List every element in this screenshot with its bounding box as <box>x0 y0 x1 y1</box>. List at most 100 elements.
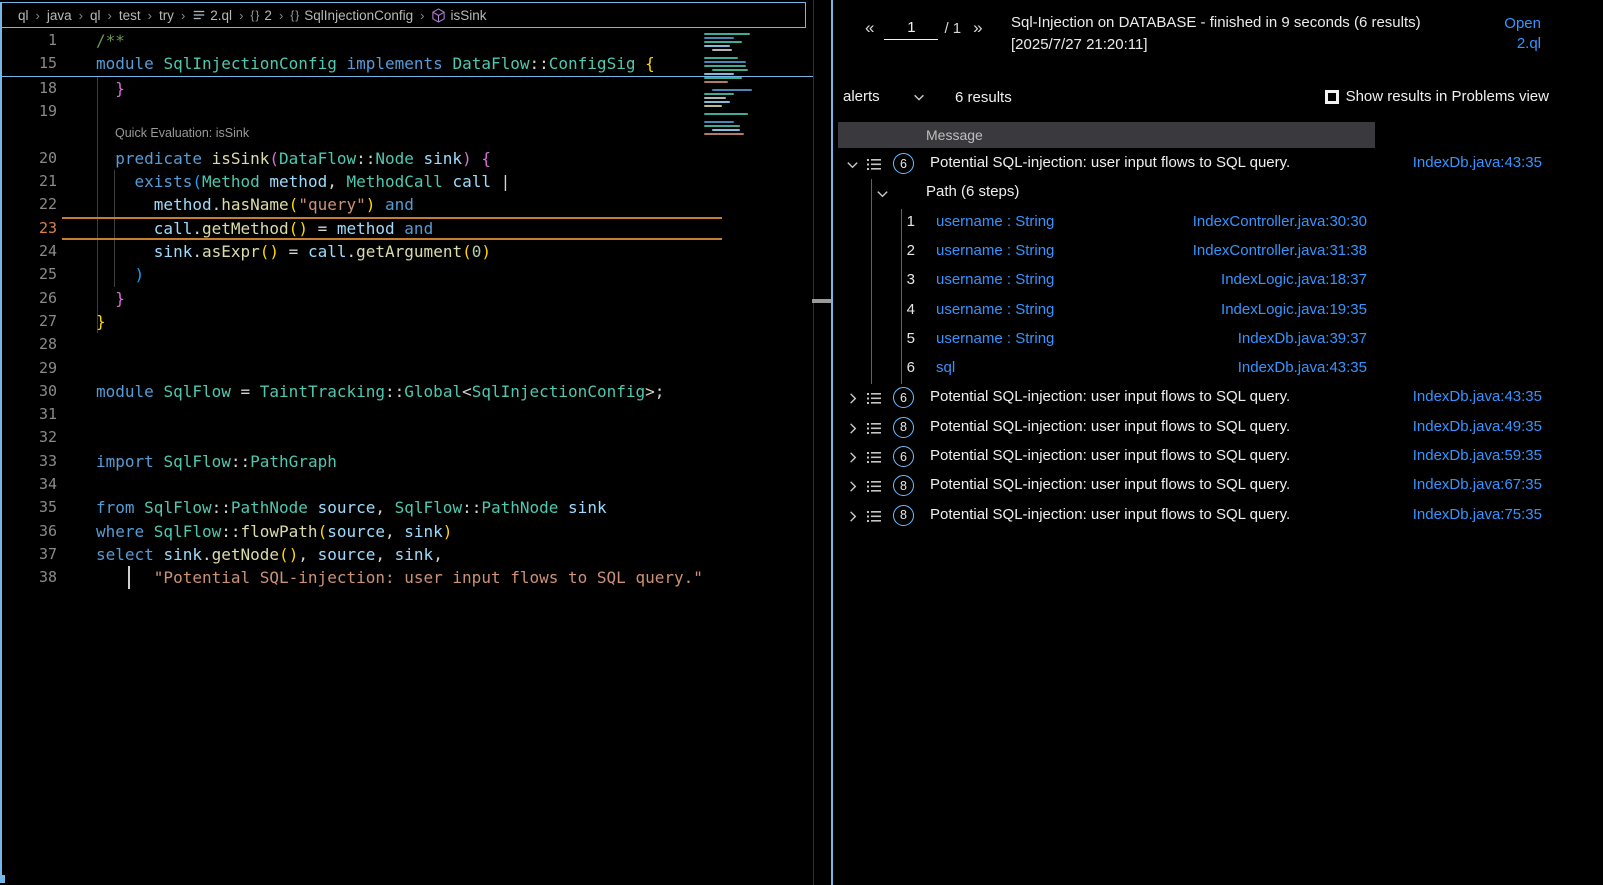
minimap-line <box>704 113 748 115</box>
file-icon <box>192 8 206 22</box>
step-number: 5 <box>895 330 915 347</box>
alert-row[interactable]: 6Potential SQL-injection: user input flo… <box>833 150 1603 179</box>
minimap-line <box>704 61 746 63</box>
path-step-row[interactable]: 5 username : String IndexDb.java:39:37 <box>833 326 1603 355</box>
alert-location-link[interactable]: IndexDb.java:59:35 <box>1413 447 1542 464</box>
breadcrumb-item-ql[interactable]: ql <box>90 8 101 23</box>
alert-list-icon <box>866 391 882 406</box>
path-step-row[interactable]: 3username : StringIndexLogic.java:18:37 <box>833 267 1603 296</box>
step-location-link[interactable]: IndexController.java:31:38 <box>1193 242 1367 259</box>
alert-location-link[interactable]: IndexDb.java:49:35 <box>1413 418 1542 435</box>
alert-row[interactable]: 8Potential SQL-injection: user input flo… <box>833 472 1603 501</box>
step-location-link[interactable]: IndexLogic.java:19:35 <box>1221 301 1367 318</box>
step-number: 6 <box>895 359 915 376</box>
message-column-header: Message <box>838 122 1375 148</box>
minimap[interactable] <box>700 33 790 143</box>
sash-handle[interactable] <box>812 299 831 303</box>
path-step-row[interactable]: 6 sql IndexDb.java:43:35 <box>833 355 1603 384</box>
breadcrumb-item-test[interactable]: test <box>119 8 141 23</box>
chevron-right-icon[interactable] <box>845 421 860 436</box>
step-node-link[interactable]: sql <box>936 359 955 376</box>
code-line: 32 <box>0 426 813 449</box>
step-node-link[interactable]: username : String <box>936 213 1054 230</box>
chevron-down-icon <box>912 90 926 104</box>
step-location-link[interactable]: IndexDb.java:39:37 <box>1238 330 1367 347</box>
code-text: } <box>96 77 125 100</box>
chevron-right-icon[interactable] <box>845 450 860 465</box>
breadcrumb-item-2-ql[interactable]: 2.ql <box>192 8 232 23</box>
line-number: 36 <box>0 520 57 543</box>
step-location-link[interactable]: IndexDb.java:43:35 <box>1238 359 1367 376</box>
code-text: from SqlFlow::PathNode source, SqlFlow::… <box>96 496 607 519</box>
query-run-title: Sql-Injection on DATABASE - finished in … <box>1011 12 1421 56</box>
code-text: /** <box>96 29 125 52</box>
editor-pane: ql›java›ql›test›try›2.ql›{}2›{}SqlInject… <box>0 0 813 885</box>
breadcrumb-label: java <box>47 8 72 23</box>
breadcrumb-item-sqlinjectionconfig[interactable]: {}SqlInjectionConfig <box>290 8 413 23</box>
code-line: Quick Evaluation: isSink <box>0 124 813 147</box>
breadcrumb-item-try[interactable]: try <box>159 8 174 23</box>
breadcrumb-item-java[interactable]: java <box>47 8 72 23</box>
open-link-line1: Open <box>1504 14 1541 34</box>
line-number: 15 <box>0 52 57 75</box>
line-number: 34 <box>0 473 57 496</box>
codeql-results-panel: « / 1 » Sql-Injection on DATABASE - fini… <box>833 0 1603 885</box>
path-count-badge: 6 <box>893 446 914 467</box>
path-step-row[interactable]: 1 username : String IndexController.java:3… <box>833 209 1603 238</box>
step-node-link[interactable]: username : String <box>936 330 1054 347</box>
path-step-row[interactable]: 2username : StringIndexController.java:3… <box>833 238 1603 267</box>
line-number: 33 <box>0 450 57 473</box>
query-run-title-line1: Sql-Injection on DATABASE - finished in … <box>1011 12 1421 34</box>
alert-location-link[interactable]: IndexDb.java:67:35 <box>1413 476 1542 493</box>
editor-focus-border-notch <box>0 875 5 883</box>
open-query-file-link[interactable]: Open 2.ql <box>1504 14 1541 54</box>
prev-page-button[interactable]: « <box>861 18 878 38</box>
alert-message: Potential SQL-injection: user input flow… <box>930 388 1290 405</box>
chevron-down-icon[interactable] <box>845 157 860 172</box>
path-count-badge: 6 <box>893 387 914 408</box>
chevron-right-icon[interactable] <box>845 391 860 406</box>
path-header-row[interactable]: Path (6 steps) <box>833 179 1603 208</box>
path-steps-label: Path (6 steps) <box>926 183 1019 200</box>
show-in-problems-toggle[interactable]: Show results in Problems view <box>1325 88 1549 105</box>
chevron-down-icon[interactable] <box>875 186 890 201</box>
minimap-line <box>704 45 730 47</box>
step-node-link[interactable]: username : String <box>936 242 1054 259</box>
breadcrumb-item-2[interactable]: {}2 <box>250 8 272 23</box>
page-number-input[interactable] <box>884 16 938 40</box>
alert-row[interactable]: 8Potential SQL-injection: user input flo… <box>833 414 1603 443</box>
alert-row[interactable]: 6Potential SQL-injection: user input flo… <box>833 443 1603 472</box>
quick-evaluation-codelens[interactable]: Quick Evaluation: isSink <box>115 126 249 140</box>
step-number: 1 <box>895 213 915 230</box>
minimap-line <box>704 73 734 75</box>
step-location-link[interactable]: IndexLogic.java:18:37 <box>1221 271 1367 288</box>
alert-row[interactable]: 6 Potential SQL-injection: user input flo… <box>833 384 1603 413</box>
code-line: 36where SqlFlow::flowPath(source, sink) <box>0 520 813 543</box>
line-number: 18 <box>0 77 57 100</box>
path-step-row[interactable]: 4username : StringIndexLogic.java:19:35 <box>833 297 1603 326</box>
step-node-link[interactable]: username : String <box>936 271 1054 288</box>
step-location-link[interactable]: IndexController.java:30:30 <box>1193 213 1367 230</box>
results-view-dropdown[interactable]: alerts <box>843 88 926 105</box>
code-line: 23 call.getMethod() = method and <box>0 217 813 240</box>
breadcrumb-item-issink[interactable]: isSink <box>431 8 486 23</box>
problems-view-label: Show results in Problems view <box>1346 88 1549 105</box>
chevron-right-icon[interactable] <box>845 509 860 524</box>
alert-location-link[interactable]: IndexDb.java:75:35 <box>1413 506 1542 523</box>
breadcrumb-label: try <box>159 8 174 23</box>
next-page-button[interactable]: » <box>969 18 986 38</box>
alert-location-link[interactable]: IndexDb.java:43:35 <box>1413 154 1542 171</box>
minimap-line <box>712 69 748 71</box>
breadcrumb-item-ql[interactable]: ql <box>18 8 29 23</box>
problems-view-checkbox[interactable] <box>1325 90 1339 104</box>
alert-row[interactable]: 8Potential SQL-injection: user input flo… <box>833 502 1603 531</box>
line-number: 32 <box>0 426 57 449</box>
code-line: 33import SqlFlow::PathGraph <box>0 450 813 473</box>
code-lines: 18 }19Quick Evaluation: isSink20 predica… <box>0 77 813 590</box>
chevron-right-icon[interactable] <box>845 479 860 494</box>
code-line: 24 sink.asExpr() = call.getArgument(0) <box>0 240 813 263</box>
code-viewport[interactable]: 18 }19Quick Evaluation: isSink20 predica… <box>0 77 813 657</box>
alert-location-link[interactable]: IndexDb.java:43:35 <box>1413 388 1542 405</box>
tree-indent-guide <box>871 179 872 384</box>
step-node-link[interactable]: username : String <box>936 301 1054 318</box>
